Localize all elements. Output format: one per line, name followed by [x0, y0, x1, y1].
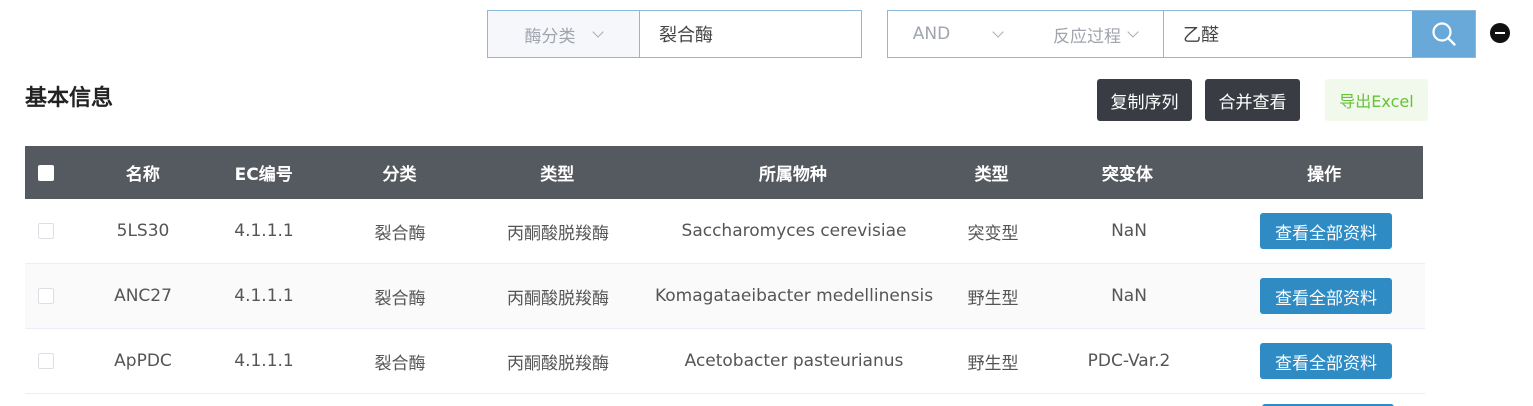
cell-type: 丙酮酸脱羧酶 [507, 223, 609, 244]
cell-mutant: PDC-Var.2 [1087, 351, 1171, 371]
row-checkbox[interactable] [38, 288, 54, 304]
table-header: 名称 EC编号 分类 类型 所属物种 类型 突变体 操作 [25, 146, 1423, 199]
row-checkbox[interactable] [38, 353, 54, 369]
merge-view-button[interactable]: 合并查看 [1205, 79, 1300, 121]
cell-name: 5LS30 [116, 221, 170, 241]
select-all-checkbox[interactable] [38, 164, 54, 181]
search-icon [1431, 22, 1456, 46]
chevron-down-icon [1129, 30, 1138, 39]
cell-species: Komagataeibacter medellinensis [654, 286, 934, 306]
cell-ec: 4.1.1.1 [234, 351, 294, 371]
cell-name: ApPDC [114, 351, 172, 371]
cell-class: 裂合酶 [374, 223, 426, 244]
cell-species: Saccharomyces cerevisiae [681, 221, 907, 241]
view-all-button[interactable]: 查看全部资料 [1260, 278, 1392, 314]
copy-sequence-button[interactable]: 复制序列 [1097, 79, 1192, 121]
cell-type: 丙酮酸脱羧酶 [507, 353, 609, 374]
column-header[interactable]: 所属物种 [632, 146, 954, 199]
cell-species: Acetobacter pasteurianus [684, 351, 904, 371]
column-header[interactable]: 分类 [317, 146, 483, 199]
cell-name: ANC27 [114, 286, 172, 306]
enzyme-category-select-label: 酶分类 [524, 26, 576, 47]
enzyme-category-select[interactable]: 酶分类 [488, 11, 640, 57]
column-header[interactable]: 突变体 [1030, 146, 1226, 199]
cell-class: 裂合酶 [374, 353, 426, 374]
search-button[interactable] [1412, 11, 1475, 57]
table-row: ANC27 4.1.1.1 裂合酶 丙酮酸脱羧酶 Komagataeibacte… [25, 264, 1425, 329]
reaction-input[interactable]: 乙醛 [1164, 11, 1412, 57]
cell-type: 丙酮酸脱羧酶 [507, 288, 609, 309]
cell-mutant: NaN [1111, 286, 1147, 306]
logic-operator-label: AND [912, 24, 951, 44]
view-all-button[interactable]: 查看全部资料 [1260, 343, 1392, 379]
select-all-checkbox-cell [25, 146, 75, 199]
cell-mutant: NaN [1111, 221, 1147, 241]
column-header: 操作 [1307, 165, 1342, 185]
page-title: 基本信息 [25, 86, 114, 111]
cell-ec: 4.1.1.1 [234, 286, 294, 306]
column-header[interactable]: EC编号 [211, 146, 317, 199]
row-checkbox[interactable] [38, 223, 54, 239]
results-table: 名称 EC编号 分类 类型 所属物种 类型 突变体 操作 5LS30 4.1.1… [25, 146, 1425, 406]
logic-operator-select[interactable]: AND [888, 11, 1028, 57]
enzyme-category-search: 酶分类 裂合酶 [487, 10, 862, 58]
view-all-button[interactable]: 查看全部资料 [1260, 213, 1392, 249]
cell-kind: 野生型 [967, 288, 1019, 309]
chevron-down-icon [994, 30, 1003, 39]
enzyme-category-input[interactable]: 裂合酶 [640, 11, 861, 57]
reaction-search: AND 反应过程 乙醛 [887, 10, 1476, 58]
column-header[interactable]: 名称 [75, 146, 211, 199]
chevron-down-icon [594, 30, 603, 39]
page: 酶分类 裂合酶 AND 反应过程 乙醛 基本信息 复制序列 合并查看 导出Exc… [0, 0, 1533, 406]
field-select-label: 反应过程 [1053, 26, 1121, 47]
column-header[interactable]: 类型 [482, 146, 632, 199]
cell-kind: 野生型 [967, 353, 1019, 374]
field-select[interactable]: 反应过程 [1028, 11, 1164, 57]
column-header[interactable]: 类型 [954, 146, 1030, 199]
remove-condition-icon[interactable] [1490, 23, 1510, 43]
cell-class: 裂合酶 [374, 288, 426, 309]
table-row-partial [25, 394, 1425, 406]
cell-ec: 4.1.1.1 [234, 221, 294, 241]
export-excel-button[interactable]: 导出Excel [1325, 79, 1428, 121]
cell-kind: 突变型 [967, 223, 1019, 244]
table-row: ApPDC 4.1.1.1 裂合酶 丙酮酸脱羧酶 Acetobacter pas… [25, 329, 1425, 394]
table-row: 5LS30 4.1.1.1 裂合酶 丙酮酸脱羧酶 Saccharomyces c… [25, 199, 1425, 264]
